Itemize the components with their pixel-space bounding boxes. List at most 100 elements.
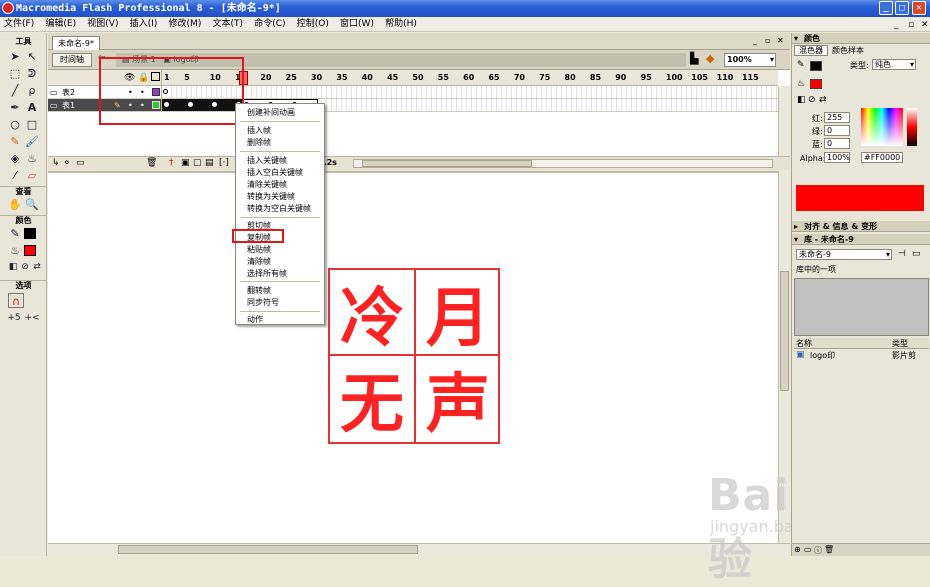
hand-tool-icon[interactable]: ✋ xyxy=(7,197,23,212)
snap-magnet-icon[interactable]: ∩ xyxy=(8,293,24,308)
menu-item-clear-frames[interactable]: 清除帧 xyxy=(236,256,324,268)
edit-scene-icon[interactable]: ▙ xyxy=(690,52,698,65)
library-panel-header[interactable]: ▾ 库 - 未命名-9 xyxy=(792,234,930,245)
menu-item-insert-keyframe[interactable]: 插入关键帧 xyxy=(236,155,324,167)
align-panel-header[interactable]: ▸ 对齐 & 信息 & 变形 xyxy=(792,221,930,232)
library-document-select[interactable]: 未命名-9 ▾ xyxy=(796,249,892,260)
mixer-default-colors-icon[interactable]: ◧ xyxy=(797,95,806,105)
frame-number[interactable]: 85 xyxy=(590,73,610,82)
brush-tool-icon[interactable]: 🖌 xyxy=(24,134,40,149)
alpha-input[interactable]: 100% xyxy=(824,152,850,163)
free-transform-tool-icon[interactable]: ⬚ xyxy=(7,66,23,81)
doc-minimize-button[interactable]: _ xyxy=(890,18,903,32)
onion-skin-icon[interactable]: ▣ xyxy=(181,158,190,168)
doc-panel-restore-icon[interactable]: ▫ xyxy=(765,36,770,45)
pen-tool-icon[interactable]: ✒ xyxy=(7,100,23,115)
brightness-slider[interactable] xyxy=(907,108,917,146)
frame-number[interactable]: 105 xyxy=(691,73,711,82)
mixer-swap-colors-icon[interactable]: ⇄ xyxy=(819,95,827,105)
menu-file[interactable]: 文件(F) xyxy=(0,17,38,31)
menu-item-insert-frame[interactable]: 插入帧 xyxy=(236,125,324,137)
pin-library-icon[interactable]: ⊣ xyxy=(898,249,906,259)
frame-number[interactable]: 75 xyxy=(539,73,559,82)
doc-panel-minimize-icon[interactable]: _ xyxy=(753,36,757,45)
menu-item-insert-blank-keyframe[interactable]: 插入空白关键帧 xyxy=(236,167,324,179)
mixer-no-color-icon[interactable]: ⊘ xyxy=(808,95,816,105)
type-select[interactable]: 纯色 ▾ xyxy=(872,59,916,70)
seal-logo[interactable]: 冷 月 无 声 xyxy=(328,268,500,444)
subselection-tool-icon[interactable]: ↖ xyxy=(24,49,40,64)
frame-number[interactable]: 35 xyxy=(336,73,356,82)
eyedropper-tool-icon[interactable]: ⁄ xyxy=(7,168,23,183)
frame-number[interactable]: 50 xyxy=(412,73,432,82)
menu-item-remove-frames[interactable]: 删除帧 xyxy=(236,137,324,149)
menu-item-clear-keyframe[interactable]: 清除关键帧 xyxy=(236,179,324,191)
stage-hscroll[interactable] xyxy=(48,543,790,556)
doc-panel-close-icon[interactable]: ✕ xyxy=(777,36,784,45)
library-item[interactable]: ▣ logo印 影片剪 xyxy=(794,350,929,362)
menu-view[interactable]: 视图(V) xyxy=(83,17,122,31)
menu-edit[interactable]: 编辑(E) xyxy=(41,17,80,31)
hex-input[interactable]: #FF0000 xyxy=(861,152,903,163)
frame-number[interactable]: 60 xyxy=(463,73,483,82)
menu-item-paste-frames[interactable]: 粘贴帧 xyxy=(236,244,324,256)
color-panel-header[interactable]: ▾ 颜色 xyxy=(792,33,930,44)
line-tool-icon[interactable]: ╱ xyxy=(7,83,23,98)
timeline-vscroll[interactable] xyxy=(778,86,790,156)
selection-tool-icon[interactable]: ➤ xyxy=(7,49,23,64)
menu-modify[interactable]: 修改(M) xyxy=(165,17,206,31)
menu-window[interactable]: 窗口(W) xyxy=(336,17,378,31)
close-button[interactable]: ✕ xyxy=(912,1,926,15)
frame-number[interactable]: 25 xyxy=(286,73,306,82)
lasso-shape-icon[interactable]: ρ xyxy=(24,83,40,98)
insert-layer-icon[interactable]: ↳ xyxy=(52,158,60,168)
tab-swatches[interactable]: 颜色样本 xyxy=(832,45,876,56)
stage-vscroll-thumb[interactable] xyxy=(780,271,789,391)
straighten-icon[interactable]: +< xyxy=(24,311,40,326)
timeline-hscroll[interactable] xyxy=(353,159,773,168)
frame-number[interactable]: 100 xyxy=(666,73,686,82)
frame-number[interactable]: 115 xyxy=(742,73,762,82)
onion-outline-icon[interactable]: ▢ xyxy=(193,158,202,168)
menu-item-convert-to-keyframe[interactable]: 转换为关键帧 xyxy=(236,191,324,203)
col-name[interactable]: 名称 xyxy=(796,338,812,349)
eraser-tool-icon[interactable]: ▱ xyxy=(24,168,40,183)
menu-help[interactable]: 帮助(H) xyxy=(381,17,421,31)
doc-restore-button[interactable]: ▫ xyxy=(904,18,918,32)
timeline-toggle-button[interactable]: 时间轴 xyxy=(52,53,92,67)
menu-item-select-all-frames[interactable]: 选择所有帧 xyxy=(236,268,324,280)
stroke-color-swatch[interactable] xyxy=(24,228,36,239)
menu-item-convert-to-blank-keyframe[interactable]: 转换为空白关键帧 xyxy=(236,203,324,215)
menu-text[interactable]: 文本(T) xyxy=(209,17,248,31)
insert-folder-icon[interactable]: ▭ xyxy=(76,158,85,168)
center-frame-icon[interactable]: † xyxy=(169,158,174,168)
text-tool-icon[interactable]: A xyxy=(24,100,40,115)
document-tab[interactable]: 未命名-9* xyxy=(52,36,100,50)
oval-tool-icon[interactable]: ○ xyxy=(7,117,23,132)
mixer-fill-swatch[interactable] xyxy=(810,79,822,89)
frame-number[interactable]: 20 xyxy=(260,73,280,82)
library-delete-icon[interactable]: 🗑 xyxy=(824,545,834,554)
frame-number[interactable]: 80 xyxy=(565,73,585,82)
timeline-hscroll-thumb[interactable] xyxy=(362,160,532,167)
menu-item-synchronize-symbols[interactable]: 同步符号 xyxy=(236,297,324,309)
fill-color-swatch[interactable] xyxy=(24,245,36,256)
menu-control[interactable]: 控制(O) xyxy=(293,17,333,31)
edit-multiple-frames-icon[interactable]: ▤ xyxy=(205,158,214,168)
zoom-select[interactable]: 100% ▾ xyxy=(724,53,776,67)
frame-number[interactable]: 45 xyxy=(387,73,407,82)
frame-number[interactable]: 65 xyxy=(488,73,508,82)
delete-layer-icon[interactable]: 🗑 xyxy=(146,158,157,168)
properties-icon[interactable]: ⓘ xyxy=(814,545,822,556)
smooth-icon[interactable]: +5 xyxy=(6,311,22,326)
tab-mixer[interactable]: 混色器 xyxy=(794,45,828,56)
pencil-tool-icon[interactable]: ✎ xyxy=(7,134,23,149)
menu-item-actions[interactable]: 动作 xyxy=(236,314,324,326)
color-spectrum[interactable] xyxy=(861,108,903,146)
minimize-button[interactable]: _ xyxy=(879,1,893,15)
frame-number[interactable]: 30 xyxy=(311,73,331,82)
mixer-stroke-swatch[interactable] xyxy=(810,61,822,71)
frame-number[interactable]: 70 xyxy=(514,73,534,82)
menu-commands[interactable]: 命令(C) xyxy=(250,17,289,31)
col-type[interactable]: 类型 xyxy=(892,338,908,349)
